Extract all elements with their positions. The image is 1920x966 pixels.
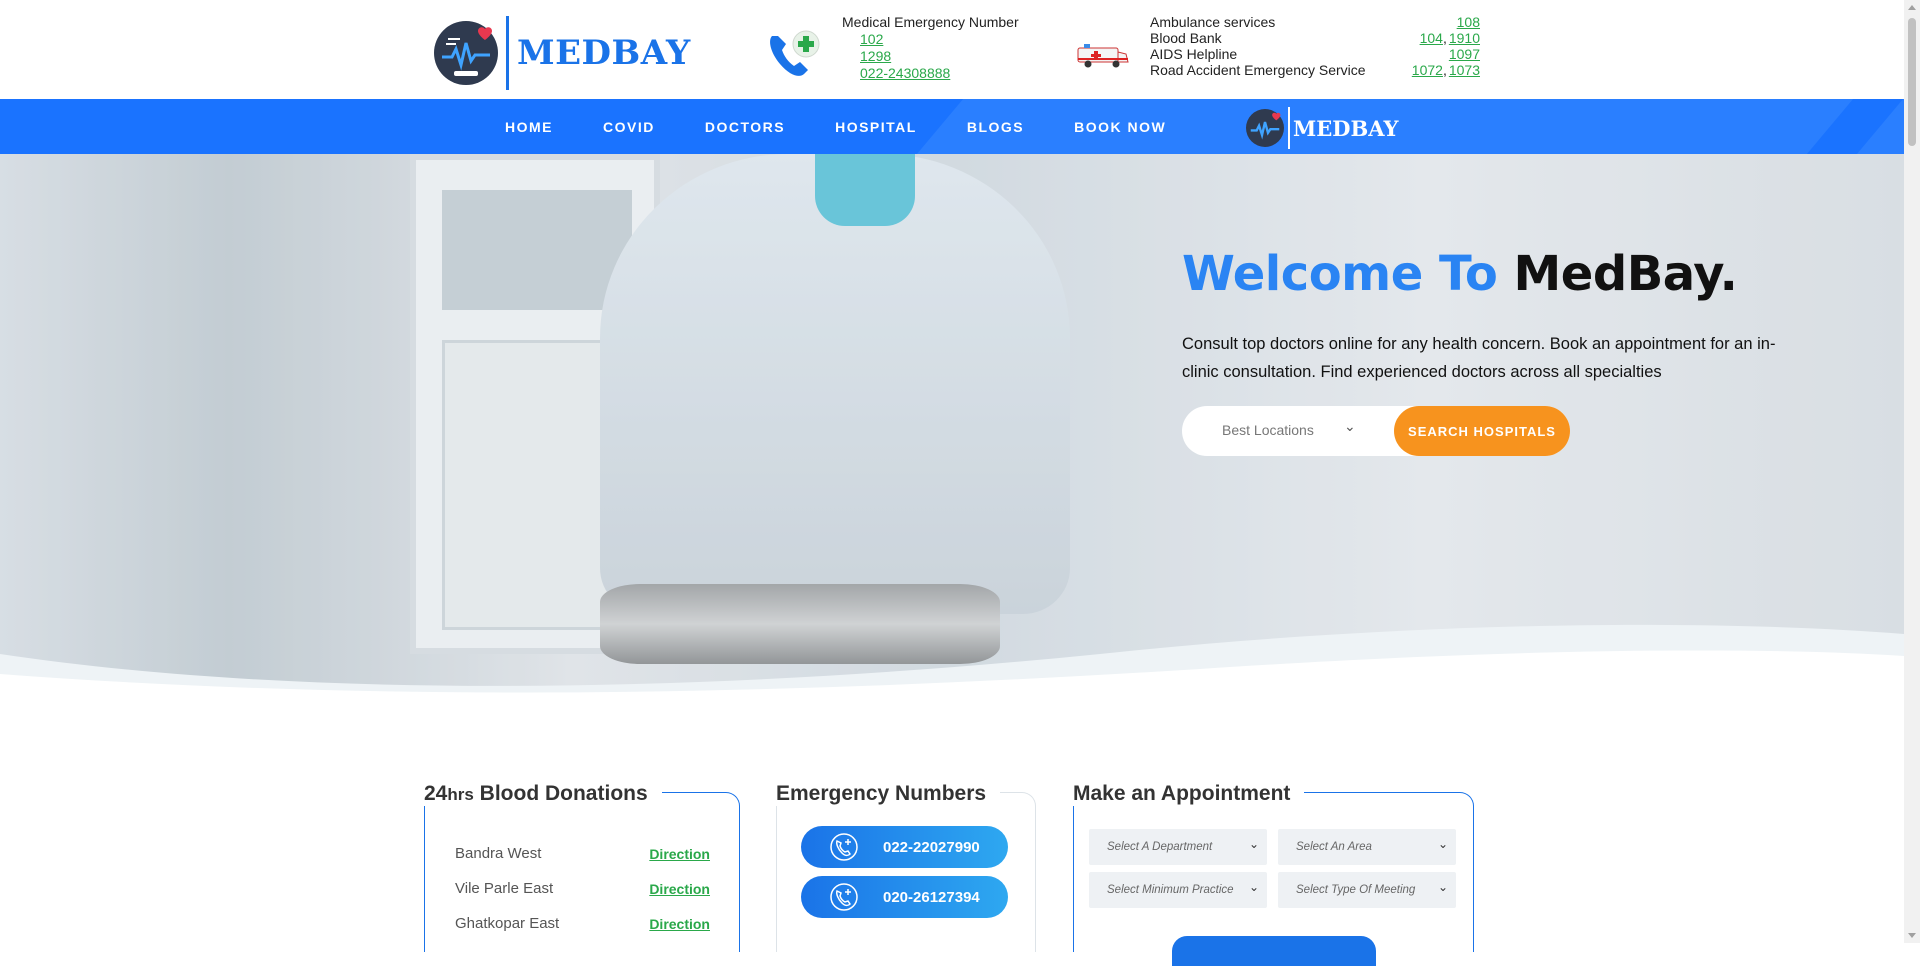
chevron-down-icon[interactable]: ⌄ — [1344, 418, 1356, 435]
scroll-up-arrow-icon[interactable] — [1908, 5, 1916, 10]
service-number-link[interactable]: 108 — [1457, 14, 1480, 30]
list-item: Vile Parle East Direction — [455, 871, 710, 906]
appointment-submit-button[interactable] — [1172, 936, 1376, 966]
nav-covid[interactable]: COVID — [578, 119, 680, 135]
scrollbar-thumb[interactable] — [1908, 18, 1916, 146]
emergency-numbers-card — [776, 792, 1036, 952]
hero-lead-text: Consult top doctors online for any healt… — [1182, 335, 1776, 381]
department-select[interactable]: Select A Department ⌄ — [1089, 829, 1267, 865]
emergency-call-button[interactable]: 020-26127394 — [801, 876, 1008, 918]
hero-title-brand: MedBay. — [1513, 246, 1738, 302]
blood-donations-title: 24hrs Blood Donations — [424, 782, 662, 806]
hero-wave-divider — [0, 624, 1904, 694]
search-hospitals-button[interactable]: SEARCH HOSPITALS — [1394, 406, 1570, 456]
service-number-link[interactable]: 1073 — [1449, 62, 1480, 78]
ambulance-icon — [1076, 42, 1130, 68]
chevron-down-icon: ⌄ — [1437, 837, 1448, 851]
emergency-number-link[interactable]: 102 — [860, 31, 1019, 48]
appointment-title: Make an Appointment — [1073, 782, 1305, 806]
area-select[interactable]: Select An Area ⌄ — [1278, 829, 1456, 865]
services-list: Ambulance services 108 Blood Bank 104, 19… — [1150, 14, 1480, 78]
top-header: MEDBAY Medical Emergency Number 102 1298… — [0, 0, 1904, 99]
hero-title-highlight: Welcome To — [1182, 246, 1498, 302]
service-row: Ambulance services 108 — [1150, 14, 1480, 30]
area-select-label: Select An Area — [1296, 841, 1372, 853]
service-label: Ambulance services — [1150, 14, 1276, 30]
minimum-practice-select[interactable]: Select Minimum Practice ⌄ — [1089, 872, 1267, 908]
service-label: Road Accident Emergency Service — [1150, 62, 1366, 78]
emergency-number-link[interactable]: 022-24308888 — [860, 65, 1019, 82]
scroll-down-arrow-icon[interactable] — [1908, 933, 1916, 938]
meeting-type-select[interactable]: Select Type Of Meeting ⌄ — [1278, 872, 1456, 908]
nav-brand-name: MEDBAY — [1293, 115, 1399, 141]
direction-link[interactable]: Direction — [649, 881, 710, 897]
direction-link[interactable]: Direction — [649, 916, 710, 932]
main-nav: HOME COVID DOCTORS HOSPITAL BLOGS BOOK N… — [0, 99, 1904, 154]
nav-book-now[interactable]: BOOK NOW — [1049, 119, 1191, 135]
blood-location: Ghatkopar East — [455, 915, 560, 932]
blood-location: Vile Parle East — [455, 880, 554, 897]
service-label: AIDS Helpline — [1150, 46, 1238, 62]
heartbeat-logo-icon — [1246, 109, 1284, 147]
chevron-down-icon: ⌄ — [1248, 837, 1259, 851]
emergency-number: 020-26127394 — [883, 888, 980, 906]
nav-hospital[interactable]: HOSPITAL — [810, 119, 942, 135]
direction-link[interactable]: Direction — [649, 846, 710, 862]
list-item: Ghatkopar East Direction — [455, 906, 710, 941]
phone-cross-icon — [830, 883, 858, 911]
nav-blogs[interactable]: BLOGS — [942, 119, 1049, 135]
meeting-type-select-label: Select Type Of Meeting — [1296, 884, 1416, 896]
service-row: AIDS Helpline 1097 — [1150, 46, 1480, 62]
location-select[interactable]: Best Locations — [1222, 422, 1314, 438]
service-row: Blood Bank 104, 1910 — [1150, 30, 1480, 46]
page-scrollbar[interactable] — [1904, 0, 1920, 943]
phone-cross-icon — [830, 833, 858, 861]
heartbeat-logo-icon — [434, 21, 498, 85]
emergency-number: 022-22027990 — [883, 838, 980, 856]
department-select-label: Select A Department — [1107, 841, 1213, 853]
nav-brand-logo[interactable]: MEDBAY — [1246, 107, 1398, 149]
emergency-numbers-title: Emergency Numbers — [776, 782, 1001, 806]
brand-logo[interactable]: MEDBAY — [434, 16, 691, 90]
medical-emergency-label: Medical Emergency Number — [842, 14, 1019, 30]
emergency-number-link[interactable]: 1298 — [860, 48, 1019, 65]
medical-emergency-block: Medical Emergency Number 102 1298 022-24… — [842, 14, 1019, 82]
chevron-down-icon: ⌄ — [1437, 880, 1448, 894]
logo-divider — [506, 16, 509, 90]
nav-home[interactable]: HOME — [480, 119, 578, 135]
service-row: Road Accident Emergency Service 1072, 107… — [1150, 62, 1480, 78]
service-number-link[interactable]: 1072 — [1412, 62, 1443, 78]
brand-name: MEDBAY — [517, 33, 691, 73]
emergency-call-button[interactable]: 022-22027990 — [801, 826, 1008, 868]
logo-divider — [1288, 107, 1290, 149]
service-number-link[interactable]: 1097 — [1449, 46, 1480, 62]
service-label: Blood Bank — [1150, 30, 1222, 46]
chevron-down-icon: ⌄ — [1248, 880, 1259, 894]
blood-location: Bandra West — [455, 845, 542, 862]
hospital-search-bar: Best Locations ⌄ SEARCH HOSPITALS — [1182, 406, 1570, 456]
service-number-link[interactable]: 104 — [1420, 30, 1443, 46]
hero-banner — [0, 154, 1904, 694]
minimum-practice-select-label: Select Minimum Practice — [1107, 884, 1234, 896]
blood-donation-list: Bandra West Direction Vile Parle East Di… — [455, 836, 710, 941]
hero-title: Welcome To MedBay. — [1182, 246, 1738, 302]
service-number-link[interactable]: 1910 — [1449, 30, 1480, 46]
nav-doctors[interactable]: DOCTORS — [680, 119, 810, 135]
phone-plus-icon — [766, 30, 824, 80]
list-item: Bandra West Direction — [455, 836, 710, 871]
